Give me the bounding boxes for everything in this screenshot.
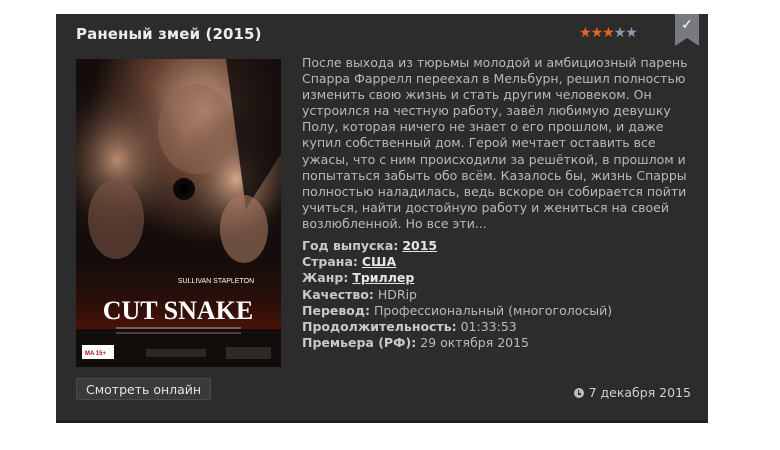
movie-poster[interactable]: SULLIVAN STAPLETON CUT SNAKE MA 15+ <box>76 59 281 367</box>
clock-icon <box>573 388 584 398</box>
watch-online-button[interactable]: Смотреть онлайн <box>76 378 212 400</box>
publish-date-text: 7 декабря 2015 <box>588 385 691 400</box>
detail-label: Продолжительность: <box>302 319 457 335</box>
rating-stars[interactable]: ★★★★★ <box>579 25 638 39</box>
detail-premiere: Премьера (РФ): 29 октября 2015 <box>302 335 612 351</box>
movie-details: Год выпуска: 2015 Страна: США Жанр: Трил… <box>302 238 612 351</box>
detail-country: Страна: США <box>302 254 612 270</box>
detail-translation: Перевод: Профессиональный (многоголосый) <box>302 303 612 319</box>
poster-rating-badge: MA 15+ <box>85 351 106 357</box>
star-icon[interactable]: ★ <box>625 25 638 39</box>
country-link[interactable]: США <box>362 254 396 269</box>
detail-label: Год выпуска: <box>302 238 399 253</box>
star-icon[interactable]: ★ <box>591 25 604 39</box>
detail-quality: Качество: HDRip <box>302 287 612 303</box>
year-link[interactable]: 2015 <box>402 238 437 253</box>
detail-year: Год выпуска: 2015 <box>302 238 612 254</box>
star-icon[interactable]: ★ <box>614 25 627 39</box>
genre-link[interactable]: Триллер <box>352 270 414 285</box>
detail-value: Профессиональный (многоголосый) <box>373 302 613 318</box>
star-icon[interactable]: ★ <box>579 25 592 39</box>
detail-label: Премьера (РФ): <box>302 335 417 351</box>
detail-label: Жанр: <box>302 270 349 286</box>
detail-value: HDRip <box>377 286 417 302</box>
poster-actor-name: SULLIVAN STAPLETON <box>178 278 254 285</box>
movie-description: После выхода из тюрьмы молодой и амбицио… <box>302 55 688 231</box>
poster-title: CUT SNAKE <box>103 296 254 325</box>
publish-date: 7 декабря 2015 <box>573 385 691 400</box>
detail-value: 01:33:53 <box>460 319 517 335</box>
detail-value: 29 октября 2015 <box>420 335 530 351</box>
movie-title[interactable]: Раненый змей (2015) <box>76 25 262 43</box>
card-bottom-border <box>56 420 708 423</box>
detail-genre: Жанр: Триллер <box>302 270 612 286</box>
detail-duration: Продолжительность: 01:33:53 <box>302 319 612 335</box>
movie-card: Раненый змей (2015) ★★★★★ ✓ SULLIVAN STA… <box>56 14 708 423</box>
star-icon[interactable]: ★ <box>602 25 615 39</box>
detail-label: Качество: <box>302 286 374 302</box>
detail-label: Страна: <box>302 254 358 270</box>
bookmark-check-icon[interactable]: ✓ <box>675 14 699 46</box>
detail-label: Перевод: <box>302 302 370 318</box>
